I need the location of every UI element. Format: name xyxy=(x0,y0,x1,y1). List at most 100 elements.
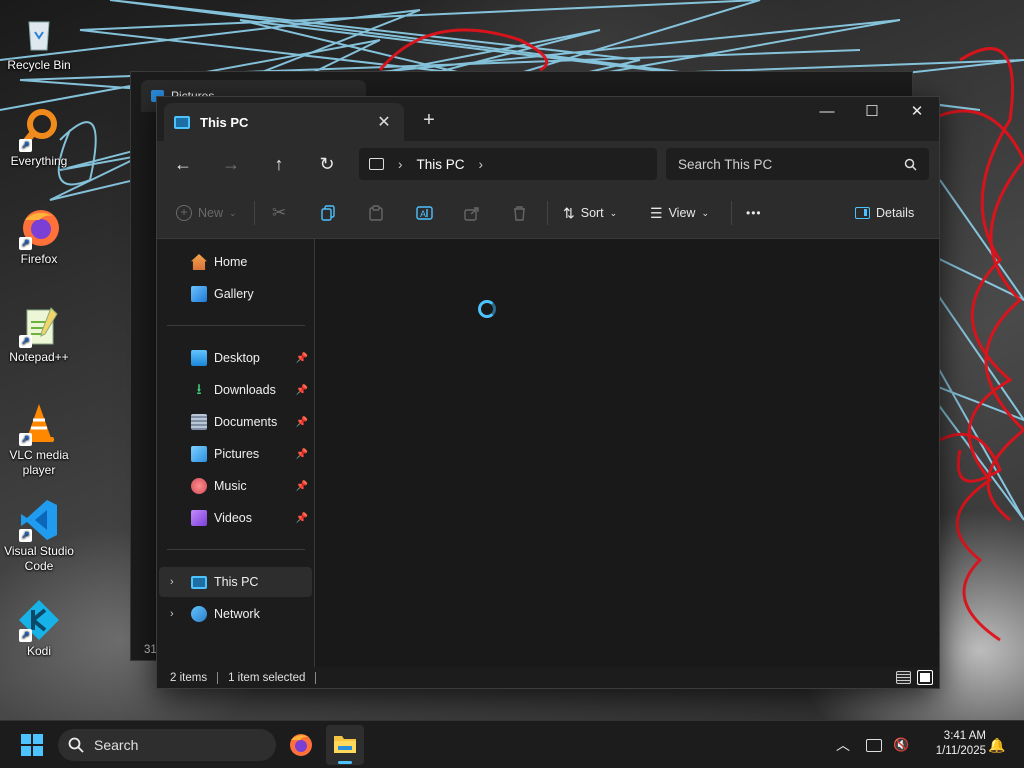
sidebar-item-gallery[interactable]: Gallery xyxy=(159,279,312,309)
new-tab-button[interactable]: + xyxy=(415,107,443,135)
sidebar-item-desktop[interactable]: Desktop 📌 xyxy=(159,343,312,373)
breadcrumb-chevron-icon: › xyxy=(398,156,403,172)
svg-text:A: A xyxy=(420,209,426,219)
sidebar-item-downloads[interactable]: ⭳ Downloads 📌 xyxy=(159,375,312,405)
more-options-button[interactable]: ••• xyxy=(746,197,762,229)
search-input[interactable]: Search This PC xyxy=(678,157,772,172)
toolbar-divider xyxy=(731,201,732,225)
plus-circle-icon: + xyxy=(176,205,192,221)
sidebar-item-network[interactable]: › Network xyxy=(159,599,312,629)
minimize-button[interactable]: — xyxy=(804,97,850,129)
show-hidden-icons-chevron-icon[interactable]: ︿ xyxy=(836,721,850,768)
up-arrow-icon[interactable]: ↑ xyxy=(263,148,295,180)
paste-icon[interactable] xyxy=(368,197,384,229)
file-explorer-window[interactable]: This PC ✕ + — ☐ ✕ ← → ↑ ↻ › This PC › Se… xyxy=(156,96,940,689)
desktop-icon-label: Everything xyxy=(10,154,68,168)
desktop-folder-icon xyxy=(191,350,207,366)
sidebar-item-pictures[interactable]: Pictures 📌 xyxy=(159,439,312,469)
refresh-icon[interactable]: ↻ xyxy=(311,148,343,180)
taskbar-search-box[interactable]: Search xyxy=(58,729,276,761)
sidebar-divider xyxy=(167,325,305,326)
background-status-fragment: 31 xyxy=(144,644,157,656)
desktop-icon-notepadpp[interactable]: ↗ Notepad++ xyxy=(1,304,77,365)
expand-chevron-icon[interactable]: › xyxy=(170,576,174,588)
expand-chevron-icon[interactable]: › xyxy=(170,608,174,620)
shortcut-arrow-icon: ↗ xyxy=(19,139,32,152)
sidebar-item-label: Desktop xyxy=(214,351,260,365)
chevron-down-icon: ⌄ xyxy=(701,207,709,218)
new-button[interactable]: + New ⌄ xyxy=(176,197,237,229)
desktop-icon-everything[interactable]: ↗ Everything xyxy=(1,108,77,169)
maximize-button[interactable]: ☐ xyxy=(849,97,895,129)
tab-this-pc[interactable]: This PC ✕ xyxy=(164,103,404,141)
desktop-icon-recycle-bin[interactable]: Recycle Bin xyxy=(1,12,77,73)
chevron-down-icon: ⌄ xyxy=(609,207,618,218)
cut-icon[interactable]: ✂ xyxy=(272,197,286,229)
start-windows-icon[interactable] xyxy=(21,734,43,756)
tab-close-button[interactable]: ✕ xyxy=(370,108,398,136)
share-icon[interactable] xyxy=(464,197,480,229)
title-bar[interactable]: This PC ✕ + — ☐ ✕ xyxy=(157,97,939,141)
shortcut-arrow-icon: ↗ xyxy=(19,433,32,446)
video-icon xyxy=(191,510,207,526)
sidebar-item-label: Downloads xyxy=(214,383,276,397)
home-icon xyxy=(191,254,207,270)
rename-icon[interactable]: A xyxy=(416,197,433,229)
pin-icon[interactable]: 📌 xyxy=(296,513,308,524)
sidebar-item-label: Pictures xyxy=(214,447,260,461)
this-pc-monitor-icon xyxy=(174,115,190,129)
desktop-icon-label: VLC media player xyxy=(9,448,69,477)
desktop-icon-vlc[interactable]: ↗ VLC media player xyxy=(1,402,77,478)
pin-icon[interactable]: 📌 xyxy=(296,481,308,492)
taskbar-search-label: Search xyxy=(94,737,139,753)
sidebar-item-documents[interactable]: Documents 📌 xyxy=(159,407,312,437)
close-window-button[interactable]: ✕ xyxy=(894,97,940,129)
search-box[interactable]: Search This PC xyxy=(666,148,929,180)
details-pane-button[interactable]: Details xyxy=(855,197,914,229)
network-status-icon[interactable] xyxy=(866,721,882,768)
breadcrumb-chevron-icon[interactable]: › xyxy=(479,157,484,172)
gallery-icon xyxy=(191,286,207,302)
status-divider xyxy=(315,671,317,684)
taskbar-file-explorer-icon[interactable] xyxy=(326,725,364,765)
chevron-down-icon: ⌄ xyxy=(229,207,237,218)
desktop-icon-vscode[interactable]: ↗ Visual Studio Code xyxy=(1,498,77,574)
address-bar[interactable]: › This PC › xyxy=(359,148,657,180)
navigation-pane: Home Gallery Desktop 📌 ⭳ Downloads 📌 Doc… xyxy=(157,239,315,669)
shortcut-arrow-icon: ↗ xyxy=(19,529,32,542)
details-pane-icon xyxy=(855,207,870,219)
pin-icon[interactable]: 📌 xyxy=(296,449,308,460)
desktop-icon-label: Notepad++ xyxy=(9,350,69,364)
pin-icon[interactable]: 📌 xyxy=(296,385,308,396)
sort-button-label: Sort xyxy=(580,206,604,220)
sidebar-item-label: This PC xyxy=(214,575,259,589)
sidebar-item-music[interactable]: Music 📌 xyxy=(159,471,312,501)
desktop-icon-kodi[interactable]: ↗ Kodi xyxy=(1,598,77,659)
file-list-area[interactable] xyxy=(316,239,939,669)
sort-button[interactable]: ⇅ Sort ⌄ xyxy=(563,197,617,229)
details-view-icon[interactable] xyxy=(896,671,911,684)
copy-icon[interactable] xyxy=(320,197,336,229)
delete-trash-icon[interactable] xyxy=(512,197,527,229)
volume-muted-icon[interactable]: 🔇 xyxy=(893,721,909,768)
sidebar-item-label: Gallery xyxy=(214,287,254,301)
sidebar-item-this-pc[interactable]: › This PC xyxy=(159,567,312,597)
clock[interactable]: 3:41 AM 1/11/2025 xyxy=(916,729,986,759)
download-arrow-icon: ⭳ xyxy=(196,381,202,398)
forward-arrow-icon[interactable]: → xyxy=(215,148,247,180)
taskbar-firefox-icon[interactable] xyxy=(288,732,314,758)
view-button[interactable]: ☰ View ⌄ xyxy=(650,197,709,229)
sidebar-item-videos[interactable]: Videos 📌 xyxy=(159,503,312,533)
status-divider xyxy=(217,671,219,684)
tab-label: This PC xyxy=(200,114,249,130)
desktop-icon-label: Firefox xyxy=(20,252,58,266)
firefox-icon: ↗ xyxy=(17,206,61,250)
breadcrumb-this-pc[interactable]: This PC xyxy=(417,157,465,172)
desktop-icon-firefox[interactable]: ↗ Firefox xyxy=(1,206,77,267)
tiles-view-icon[interactable] xyxy=(917,670,933,685)
sidebar-item-home[interactable]: Home xyxy=(159,247,312,277)
back-arrow-icon[interactable]: ← xyxy=(167,148,199,180)
pin-icon[interactable]: 📌 xyxy=(296,353,308,364)
notification-bell-icon[interactable]: 🔔 xyxy=(988,721,1005,768)
pin-icon[interactable]: 📌 xyxy=(296,417,308,428)
